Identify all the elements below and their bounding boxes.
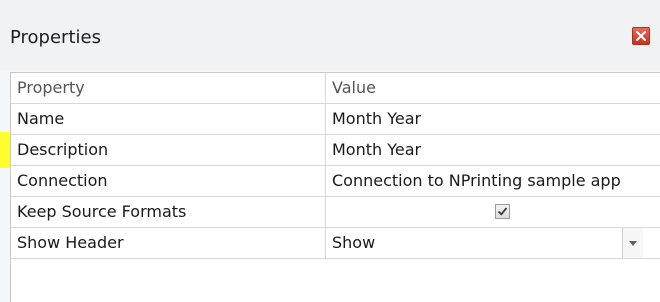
- property-name-label: Keep Source Formats: [17, 202, 187, 221]
- show-header-dropdown[interactable]: Show: [325, 228, 660, 258]
- table-row[interactable]: Name Month Year: [11, 104, 660, 135]
- property-value-checkbox-cell[interactable]: [325, 197, 660, 227]
- property-value[interactable]: Month Year: [325, 135, 660, 165]
- property-value[interactable]: Month Year: [325, 104, 660, 134]
- keep-source-formats-checkbox[interactable]: [495, 204, 510, 219]
- properties-panel: Properties Property Value Name Month Yea…: [0, 0, 660, 302]
- close-button[interactable]: [632, 27, 650, 45]
- column-header-property[interactable]: Property: [11, 73, 325, 103]
- property-name-label: Connection: [17, 171, 108, 190]
- chevron-down-icon: [629, 241, 637, 246]
- panel-title: Properties: [10, 27, 101, 48]
- table-row[interactable]: Connection Connection to NPrinting sampl…: [11, 166, 660, 197]
- property-name-label: Description: [17, 140, 109, 159]
- table-row[interactable]: Description Month Year: [11, 135, 660, 166]
- grid-header-row: Property Value: [11, 73, 660, 104]
- property-value[interactable]: Connection to NPrinting sample app: [325, 166, 660, 196]
- dropdown-selected-value: Show: [332, 233, 376, 252]
- table-row[interactable]: Keep Source Formats: [11, 197, 660, 228]
- close-icon: [636, 31, 646, 41]
- column-header-value[interactable]: Value: [325, 73, 660, 103]
- table-row[interactable]: Show Header Show: [11, 228, 660, 259]
- property-name-label: Show Header: [17, 233, 124, 252]
- properties-grid: Property Value Name Month Year Descripti…: [10, 72, 660, 302]
- dropdown-button[interactable]: [622, 228, 643, 258]
- panel-header: Properties: [0, 0, 660, 70]
- checkmark-icon: [497, 207, 508, 216]
- property-name-label: Name: [17, 109, 65, 128]
